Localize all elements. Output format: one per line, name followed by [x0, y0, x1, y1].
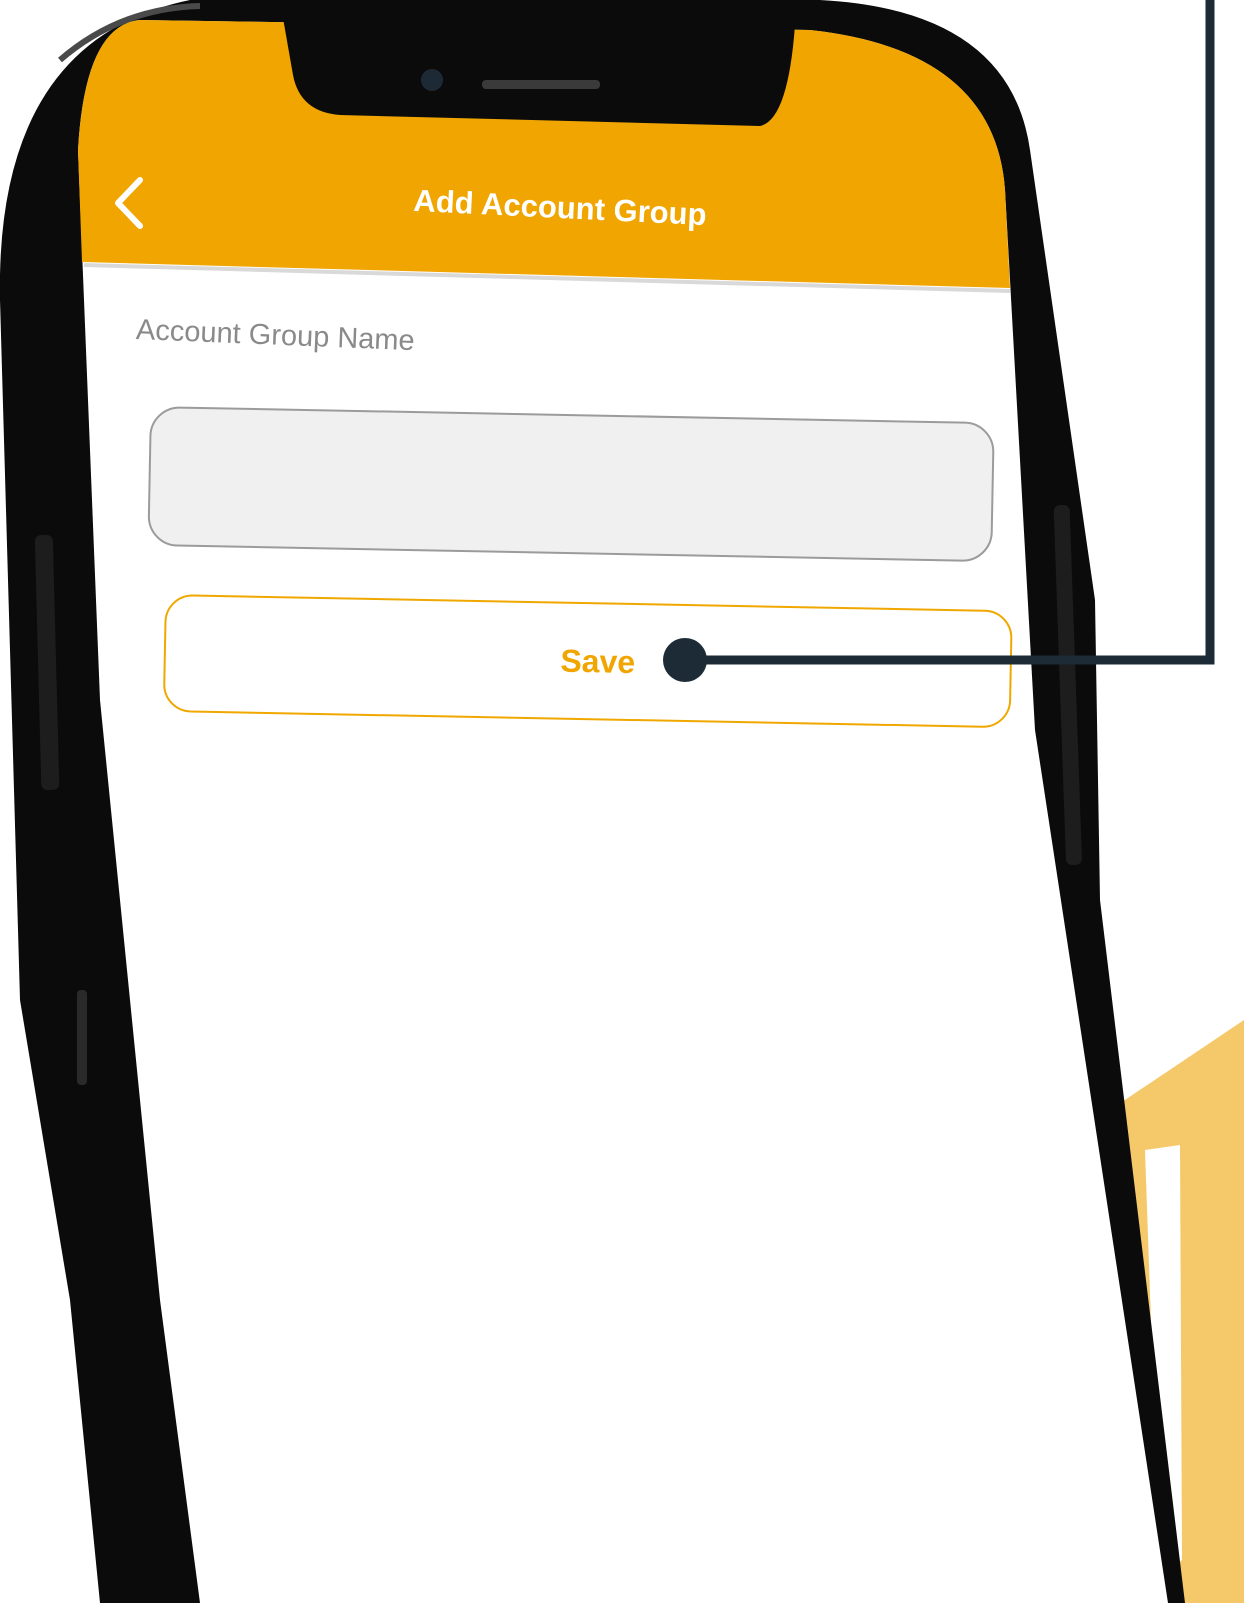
account-group-name-input[interactable]	[147, 406, 995, 563]
back-button[interactable]	[100, 168, 160, 238]
save-button[interactable]: Save	[162, 594, 1013, 729]
page-title: Add Account Group	[412, 182, 708, 233]
chevron-left-icon	[115, 177, 143, 229]
account-group-name-label: Account Group Name	[135, 314, 416, 358]
device-mockup-stage: Add Account Group Account Group Name Sav…	[0, 0, 1244, 1603]
app-screen: Add Account Group Account Group Name Sav…	[0, 0, 1244, 1603]
save-button-label: Save	[560, 642, 636, 680]
